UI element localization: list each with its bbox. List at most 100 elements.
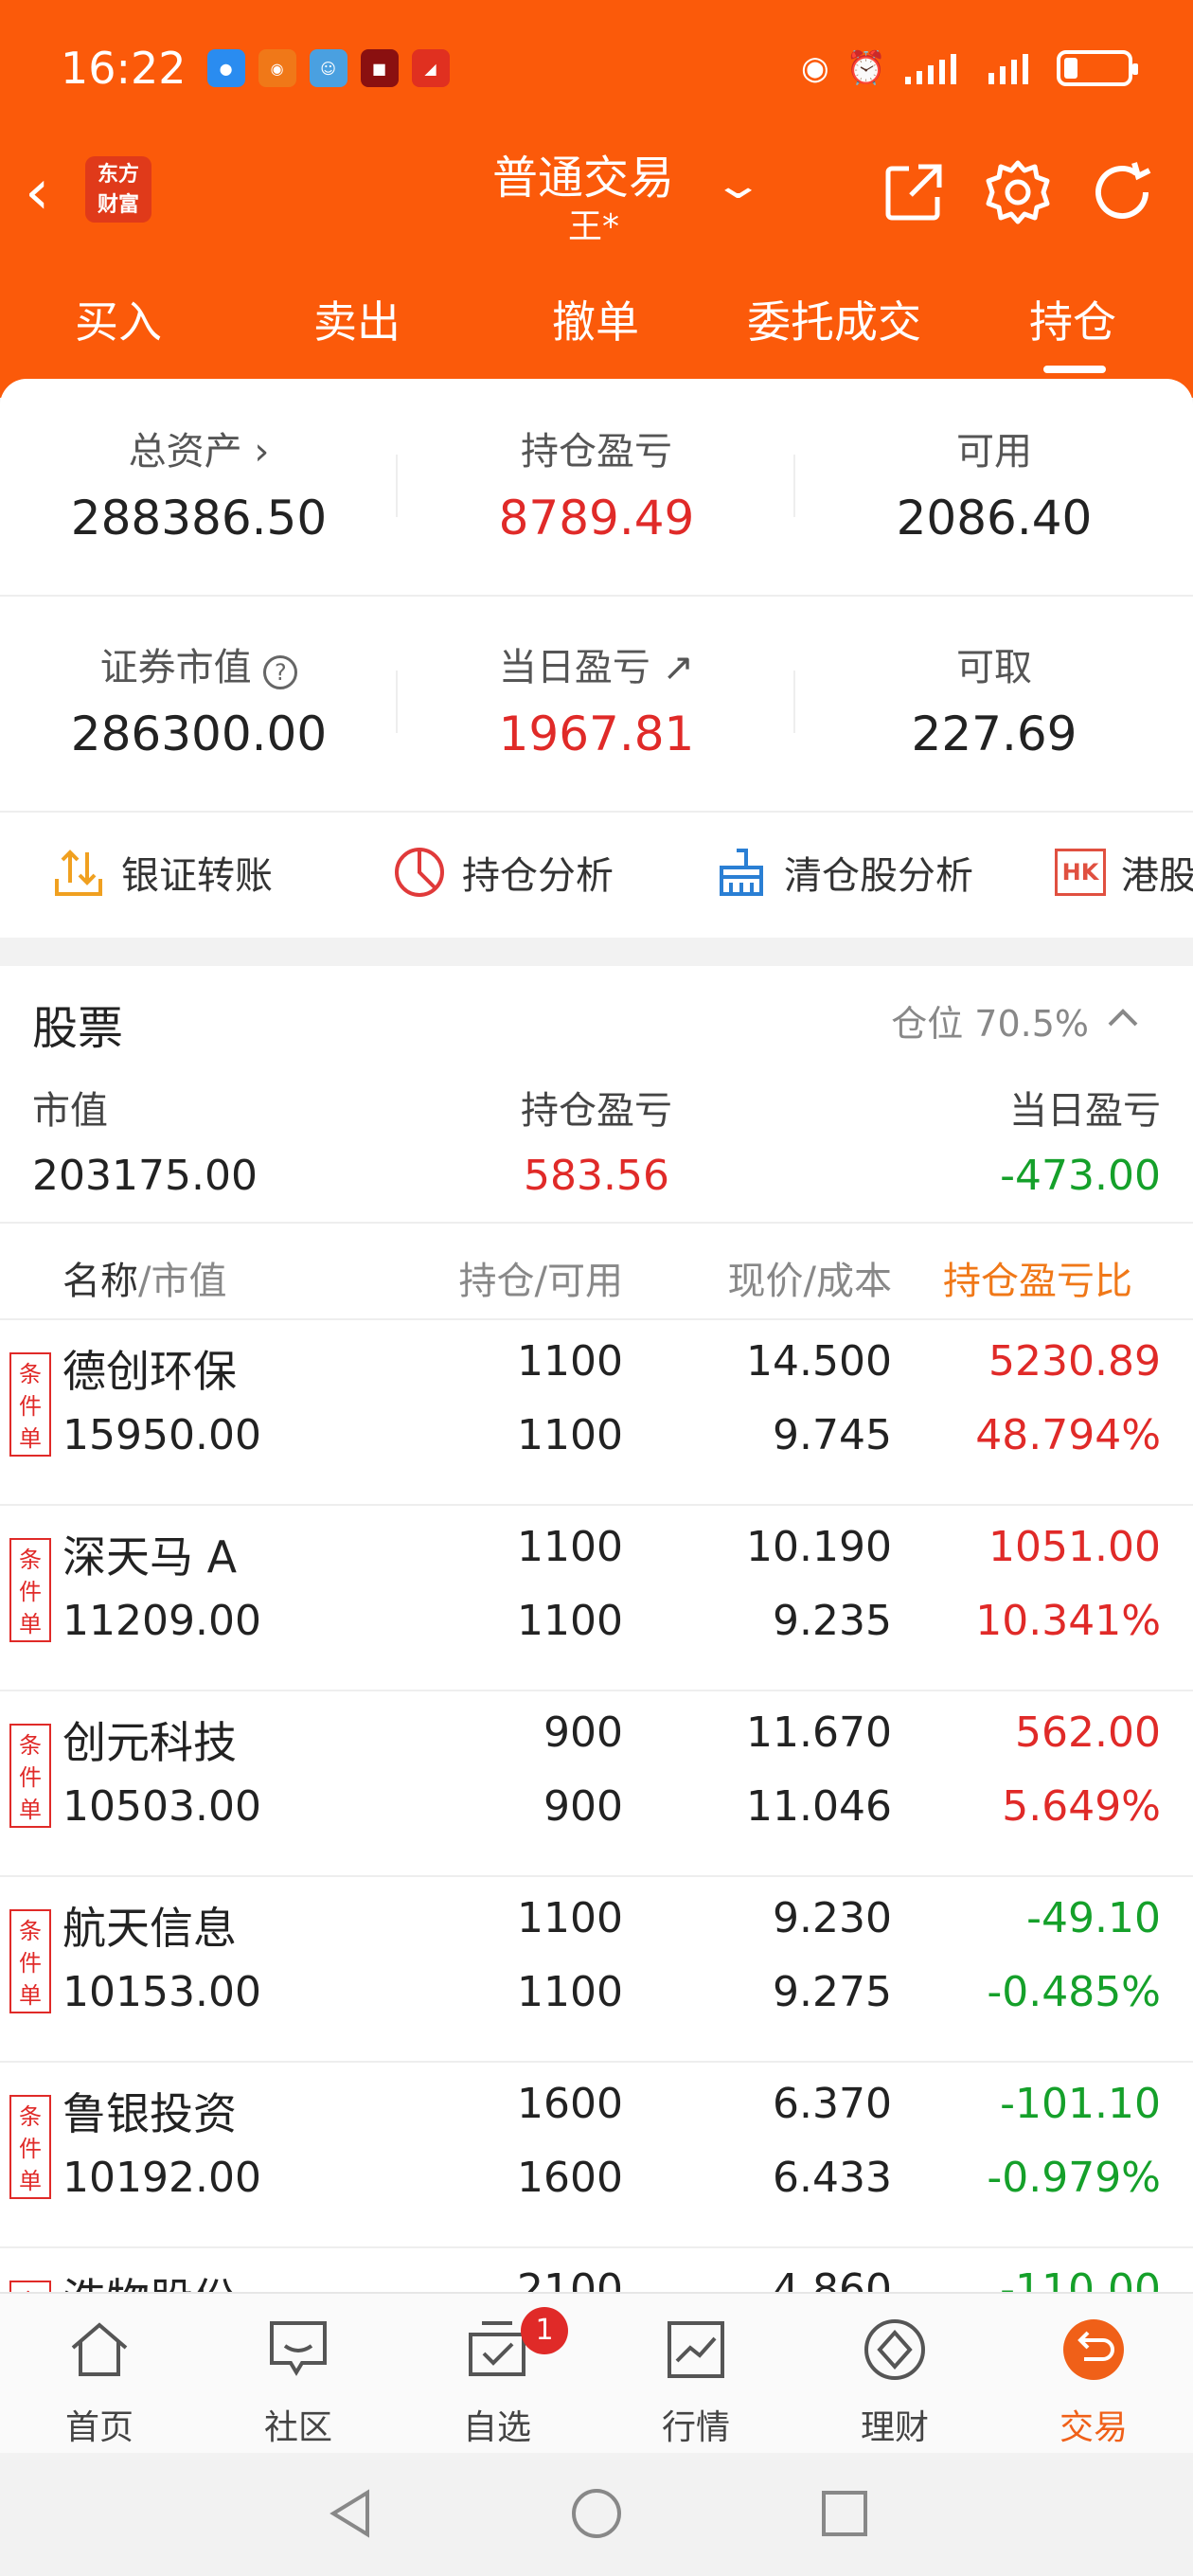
broom-icon [720, 849, 763, 896]
help-icon[interactable]: ? [263, 655, 298, 689]
divider [0, 595, 1193, 597]
daily-pl[interactable]: 当日盈亏 ↗ 1967.81 [398, 636, 795, 761]
market-value: 证券市值 ? 286300.00 [0, 636, 398, 761]
conditional-order-tag[interactable]: 条件单 [9, 1352, 51, 1457]
pl-amount: 1051.00 [988, 1523, 1161, 1571]
nav-market-label: 行情 [661, 2408, 730, 2447]
recents-square-icon[interactable] [816, 2485, 873, 2542]
withdrawable-value: 227.69 [911, 707, 1077, 761]
position-ratio[interactable]: 仓位 70.5% [891, 994, 1089, 1046]
cost-price: 11.046 [746, 1782, 892, 1831]
current-price: 10.190 [746, 1523, 892, 1571]
pl-ratio: 10.341% [975, 1597, 1161, 1645]
tab-orders[interactable]: 委托成交 [725, 288, 943, 350]
table-row[interactable]: 条件单深天马 A 11209.00 1100 1100 10.190 9.235 1051.… [0, 1504, 1193, 1690]
chat-icon [261, 2313, 335, 2387]
current-price: 6.370 [773, 2080, 892, 2128]
position-pl-label: 持仓盈亏 [521, 430, 672, 474]
nav-market[interactable]: 行情 [596, 2313, 795, 2449]
stock-name: 浩物股份 [62, 2265, 237, 2292]
nav-trade[interactable]: 交易 [994, 2313, 1193, 2449]
pl-amount: 562.00 [1015, 1708, 1161, 1757]
col-pl-ratio[interactable]: 持仓盈亏比 [943, 1250, 1161, 1305]
chevron-up-icon[interactable] [1104, 998, 1142, 1036]
conditional-order-tag[interactable]: 条件单 [9, 1909, 51, 2013]
system-icons: ◉ ⏰ [800, 49, 1138, 87]
hold-qty: 1100 [517, 1523, 623, 1571]
home-circle-icon[interactable] [568, 2485, 625, 2542]
chevron-right-icon: › [241, 430, 270, 474]
app-header: 16:22 ● ◉ ☺ ■ ◢ ◉ ⏰ ‹ 东方 财富 普通交易 王* ⌄ 买入… [0, 0, 1193, 398]
current-price: 9.230 [773, 1894, 892, 1942]
market-value-label: 证券市值 [99, 646, 252, 689]
pl-amount: -49.10 [1026, 1894, 1161, 1942]
nav-home[interactable]: 首页 [0, 2313, 199, 2449]
market-value-value: 286300.00 [70, 707, 328, 761]
pie-chart-icon [395, 848, 444, 897]
hold-qty: 1600 [517, 2080, 623, 2128]
tab-buy[interactable]: 买入 [9, 288, 227, 350]
hk-stock-button[interactable]: HK 港股 [1055, 845, 1193, 900]
cleared-stock-analysis-button[interactable]: 清仓股分析 [714, 845, 973, 900]
conditional-order-tag[interactable]: 条件单 [9, 1724, 51, 1828]
conditional-order-tag[interactable]: 条件单 [9, 1538, 51, 1642]
pl-amount: 5230.89 [988, 1337, 1161, 1386]
avail-qty: 900 [543, 1782, 623, 1831]
table-row[interactable]: 条件单创元科技 10503.00 900 900 11.670 11.046 562.00 5… [0, 1690, 1193, 1875]
stock-name: 创元科技 [62, 1717, 237, 1768]
position-analysis-button[interactable]: 持仓分析 [392, 845, 614, 900]
bank-transfer-button[interactable]: 银证转账 [51, 845, 273, 900]
nav-community[interactable]: 社区 [199, 2313, 398, 2449]
available-label: 可用 [956, 430, 1032, 474]
stock-market-value: 10503.00 [62, 1782, 261, 1831]
active-tab-indicator [1043, 366, 1106, 373]
tab-sell[interactable]: 卖出 [248, 288, 466, 350]
col-position[interactable]: 持仓/可用 [459, 1250, 623, 1305]
mv-value: 203175.00 [32, 1152, 258, 1200]
table-row[interactable]: 条件单德创环保 15950.00 1100 1100 14.500 9.745 5230.8… [0, 1318, 1193, 1504]
pl-label: 持仓盈亏 [521, 1089, 672, 1133]
col-name[interactable]: 名称 [62, 1260, 138, 1303]
account-name[interactable]: 王* [568, 199, 619, 248]
status-bar: 16:22 ● ◉ ☺ ■ ◢ ◉ ⏰ [61, 38, 1138, 98]
notification-icons: ● ◉ ☺ ■ ◢ [206, 49, 450, 87]
cost-price: 9.235 [773, 1597, 892, 1645]
nav-watchlist-label: 自选 [462, 2408, 531, 2447]
conditional-order-tag[interactable]: 条件单 [9, 2095, 51, 2199]
eye-icon: ◉ [800, 49, 829, 87]
stock-market-value: 15950.00 [62, 1411, 261, 1459]
stock-name: 鲁银投资 [62, 2088, 237, 2139]
col-price[interactable]: 现价/成本 [728, 1250, 892, 1305]
alarm-icon: ⏰ [846, 49, 886, 87]
daily-pl-label: 当日盈亏 [498, 646, 650, 689]
total-assets[interactable]: 总资产 › 288386.50 [0, 420, 398, 546]
stock-name: 航天信息 [62, 1903, 237, 1954]
chevron-down-icon[interactable]: ⌄ [711, 161, 764, 207]
pl-amount: -110.00 [1000, 2265, 1161, 2292]
total-assets-label: 总资产 [128, 430, 242, 474]
chart-icon [659, 2313, 733, 2387]
table-row[interactable]: 条件单鲁银投资 10192.00 1600 1600 6.370 6.433 -101.10… [0, 2061, 1193, 2246]
nav-watchlist[interactable]: 自选 1 [398, 2307, 596, 2449]
chat-app-icon: ● [206, 49, 245, 87]
refresh-icon[interactable] [1085, 155, 1159, 229]
avail-qty: 1600 [517, 2154, 623, 2202]
holdings-panel: 股票 仓位 70.5% 市值 203175.00 持仓盈亏 583.56 当日盈… [0, 966, 1193, 2292]
table-row[interactable]: 条件单浩物股份 2100 4.860 -110.00 [0, 2246, 1193, 2292]
gear-icon[interactable] [981, 155, 1055, 229]
back-triangle-icon[interactable] [322, 2485, 379, 2542]
hk-icon: HK [1055, 849, 1106, 896]
conditional-order-tag[interactable]: 条件单 [9, 2281, 51, 2292]
tab-positions[interactable]: 持仓 [964, 288, 1182, 350]
avail-qty: 1100 [517, 1411, 623, 1459]
share-icon[interactable] [877, 155, 951, 229]
current-price: 4.860 [773, 2265, 892, 2292]
back-arrow-icon[interactable]: ‹ [25, 161, 49, 224]
system-nav-bar [0, 2453, 1193, 2576]
tab-cancel[interactable]: 撤单 [487, 288, 704, 350]
flag-app-icon: ◢ [411, 49, 450, 87]
nav-wealth[interactable]: 理财 [795, 2313, 994, 2449]
table-row[interactable]: 条件单航天信息 10153.00 1100 1100 9.230 9.275 -49.10 -… [0, 1875, 1193, 2061]
cost-price: 9.745 [773, 1411, 892, 1459]
page-title[interactable]: 普通交易 [492, 140, 674, 206]
